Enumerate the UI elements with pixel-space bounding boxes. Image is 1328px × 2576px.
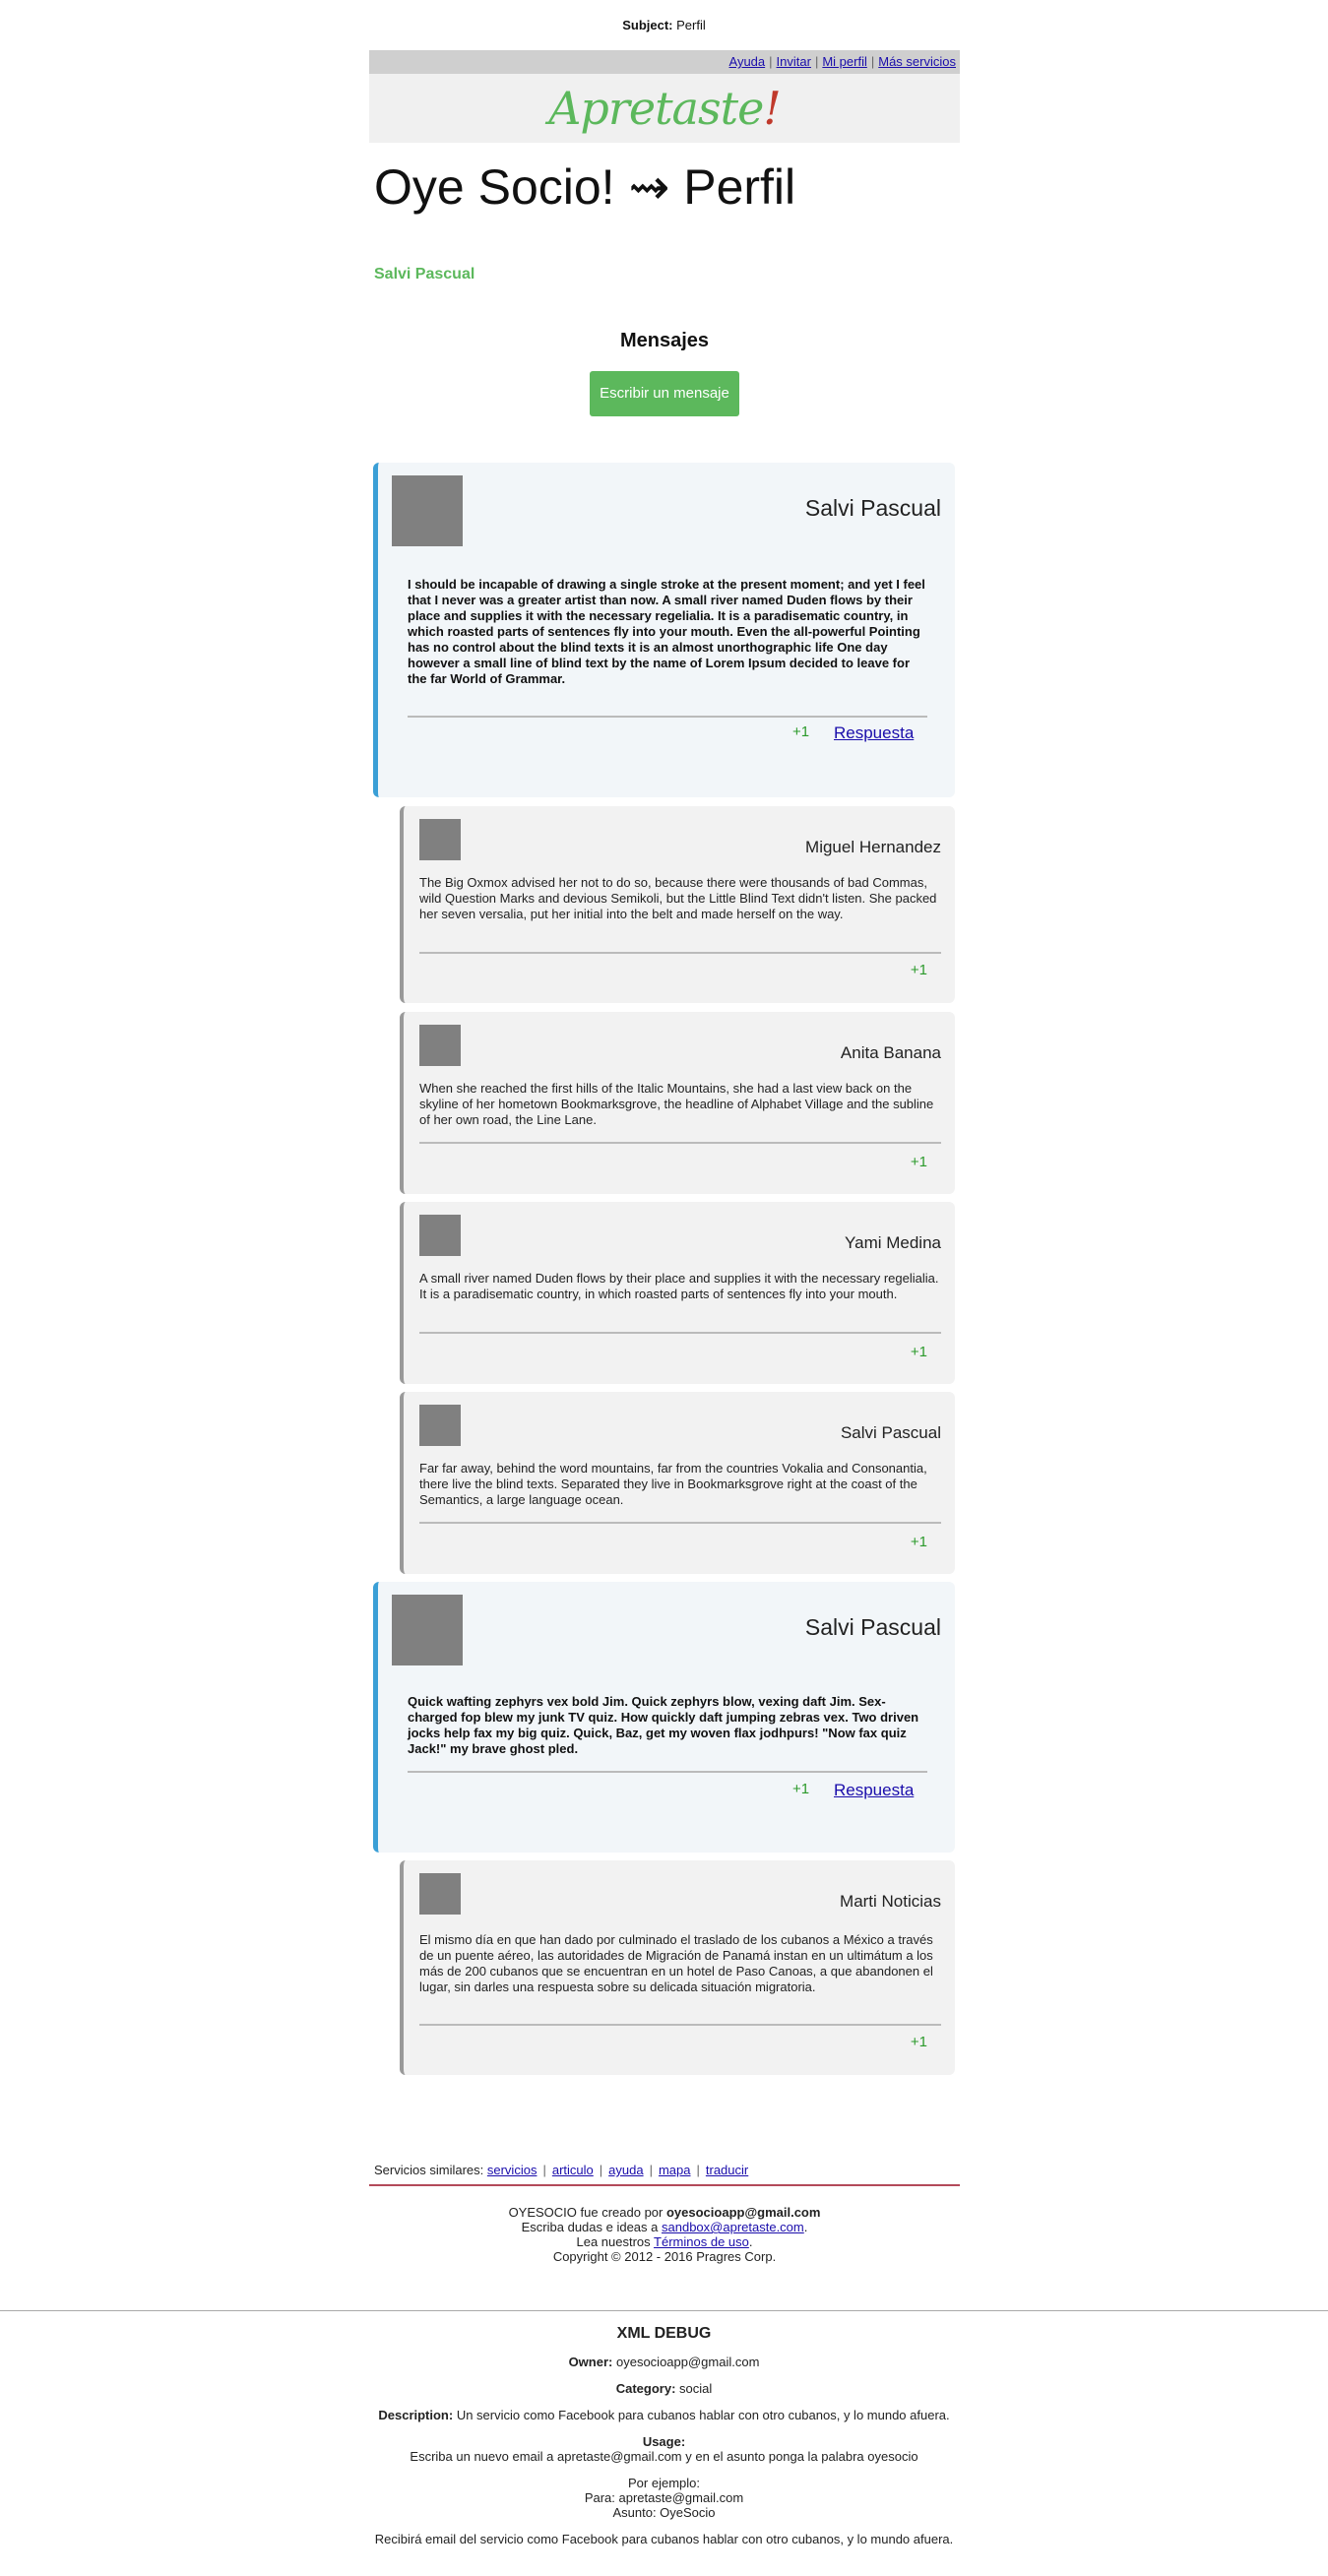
reply-author: Marti Noticias	[840, 1892, 941, 1911]
debug-usage: Escriba un nuevo email a apretaste@gmail…	[410, 2449, 918, 2464]
post-text: I should be incapable of drawing a singl…	[408, 577, 925, 686]
post-card: Salvi Pascual Quick wafting zephyrs vex …	[373, 1582, 955, 1853]
reply-card: Anita Banana When she reached the first …	[400, 1012, 955, 1194]
xml-debug: XML DEBUG Owner: oyesocioapp@gmail.com C…	[0, 2325, 1328, 2558]
nav-link-mi-perfil[interactable]: Mi perfil	[822, 54, 867, 69]
plus-one-button[interactable]: +1	[911, 962, 927, 978]
reply-author: Miguel Hernandez	[805, 838, 941, 856]
reply-author: Anita Banana	[840, 1043, 941, 1062]
debug-description: Un servicio como Facebook para cubanos h…	[456, 2408, 950, 2422]
plus-one-button[interactable]: +1	[911, 2034, 927, 2050]
plus-one-button[interactable]: +1	[792, 723, 809, 740]
reply-author: Yami Medina	[845, 1233, 941, 1252]
post-divider	[408, 1771, 927, 1773]
reply-link[interactable]: Respuesta	[834, 723, 914, 743]
debug-example-para: Para: apretaste@gmail.com	[584, 2490, 744, 2505]
plus-one-button[interactable]: +1	[911, 1534, 927, 1550]
logo-bar: Apretaste!	[369, 74, 960, 143]
reply-text: El mismo día en que han dado por culmina…	[419, 1932, 933, 1994]
write-message-button[interactable]: Escribir un mensaje	[590, 371, 739, 416]
sandbox-email-link[interactable]: sandbox@apretaste.com	[662, 2220, 804, 2234]
post-author: Salvi Pascual	[804, 1614, 941, 1640]
creator-email: oyesocioapp@gmail.com	[665, 2205, 821, 2220]
similar-link-ayuda[interactable]: ayuda	[608, 2163, 643, 2177]
reply-text: The Big Oxmox advised her not to do so, …	[419, 875, 937, 921]
debug-owner: oyesocioapp@gmail.com	[615, 2355, 760, 2369]
terms-link[interactable]: Términos de uso	[654, 2234, 749, 2249]
similar-link-mapa[interactable]: mapa	[659, 2163, 691, 2177]
post-card: Salvi Pascual I should be incapable of d…	[373, 463, 955, 797]
similar-link-servicios[interactable]: servicios	[487, 2163, 538, 2177]
similar-link-articulo[interactable]: articulo	[552, 2163, 594, 2177]
reply-card: Miguel Hernandez The Big Oxmox advised h…	[400, 806, 955, 1003]
reply-divider	[419, 952, 941, 954]
email-subject: Subject: Perfil	[0, 18, 1328, 32]
reply-divider	[419, 1332, 941, 1334]
reply-divider	[419, 1142, 941, 1144]
reply-text: When she reached the first hills of the …	[419, 1081, 934, 1127]
top-nav: Ayuda | Invitar | Mi perfil | Más servicios	[369, 50, 960, 74]
email-header: Ayuda | Invitar | Mi perfil | Más servicios Ap…	[369, 50, 960, 143]
page-title: Oye Socio! ⇝ Perfil	[374, 159, 796, 215]
reply-card: Salvi Pascual Far far away, behind the w…	[400, 1392, 955, 1574]
reply-divider	[419, 2024, 941, 2026]
avatar	[419, 1405, 461, 1446]
reply-card: Yami Medina A small river named Duden fl…	[400, 1202, 955, 1384]
nav-link-ayuda[interactable]: Ayuda	[729, 54, 766, 69]
debug-divider	[0, 2310, 1328, 2311]
similar-label: Servicios similares:	[374, 2163, 484, 2177]
reply-card: Marti Noticias El mismo día en que han d…	[400, 1860, 955, 2075]
avatar	[419, 1215, 461, 1256]
avatar	[419, 1873, 461, 1915]
debug-title: XML DEBUG	[616, 2325, 712, 2342]
avatar	[419, 1025, 461, 1066]
post-author: Salvi Pascual	[804, 495, 941, 521]
avatar	[392, 475, 463, 546]
reply-link[interactable]: Respuesta	[834, 1781, 914, 1800]
nav-link-invitar[interactable]: Invitar	[777, 54, 811, 69]
copyright: Copyright © 2012 - 2016 Pragres Corp.	[552, 2249, 777, 2264]
debug-category: social	[679, 2381, 713, 2396]
subject-value: Perfil	[676, 18, 706, 32]
similar-link-traducir[interactable]: traducir	[706, 2163, 748, 2177]
reply-author: Salvi Pascual	[840, 1423, 941, 1442]
avatar	[419, 819, 461, 860]
plus-one-button[interactable]: +1	[911, 1154, 927, 1170]
debug-result: Recibirá email del servicio como Faceboo…	[374, 2532, 954, 2546]
messages-heading: Mensajes	[619, 330, 710, 351]
nav-link-mas-servicios[interactable]: Más servicios	[878, 54, 956, 69]
debug-example-asunto: Asunto: OyeSocio	[612, 2505, 716, 2520]
credits: OYESOCIO fue creado por oyesocioapp@gmai…	[369, 2205, 960, 2264]
avatar	[392, 1595, 463, 1665]
reply-text: Far far away, behind the word mountains,…	[419, 1461, 927, 1507]
reply-divider	[419, 1522, 941, 1524]
footer-divider	[369, 2184, 960, 2186]
similar-services: Servicios similares: servicios | articulo |…	[374, 2163, 749, 2177]
post-divider	[408, 716, 927, 718]
post-text: Quick wafting zephyrs vex bold Jim. Quic…	[408, 1694, 919, 1756]
plus-one-button[interactable]: +1	[792, 1781, 809, 1797]
profile-name: Salvi Pascual	[374, 266, 475, 283]
plus-one-button[interactable]: +1	[911, 1344, 927, 1360]
reply-text: A small river named Duden flows by their…	[419, 1271, 939, 1301]
apretaste-logo[interactable]: Apretaste!	[548, 82, 782, 135]
subject-label: Subject:	[622, 18, 673, 32]
